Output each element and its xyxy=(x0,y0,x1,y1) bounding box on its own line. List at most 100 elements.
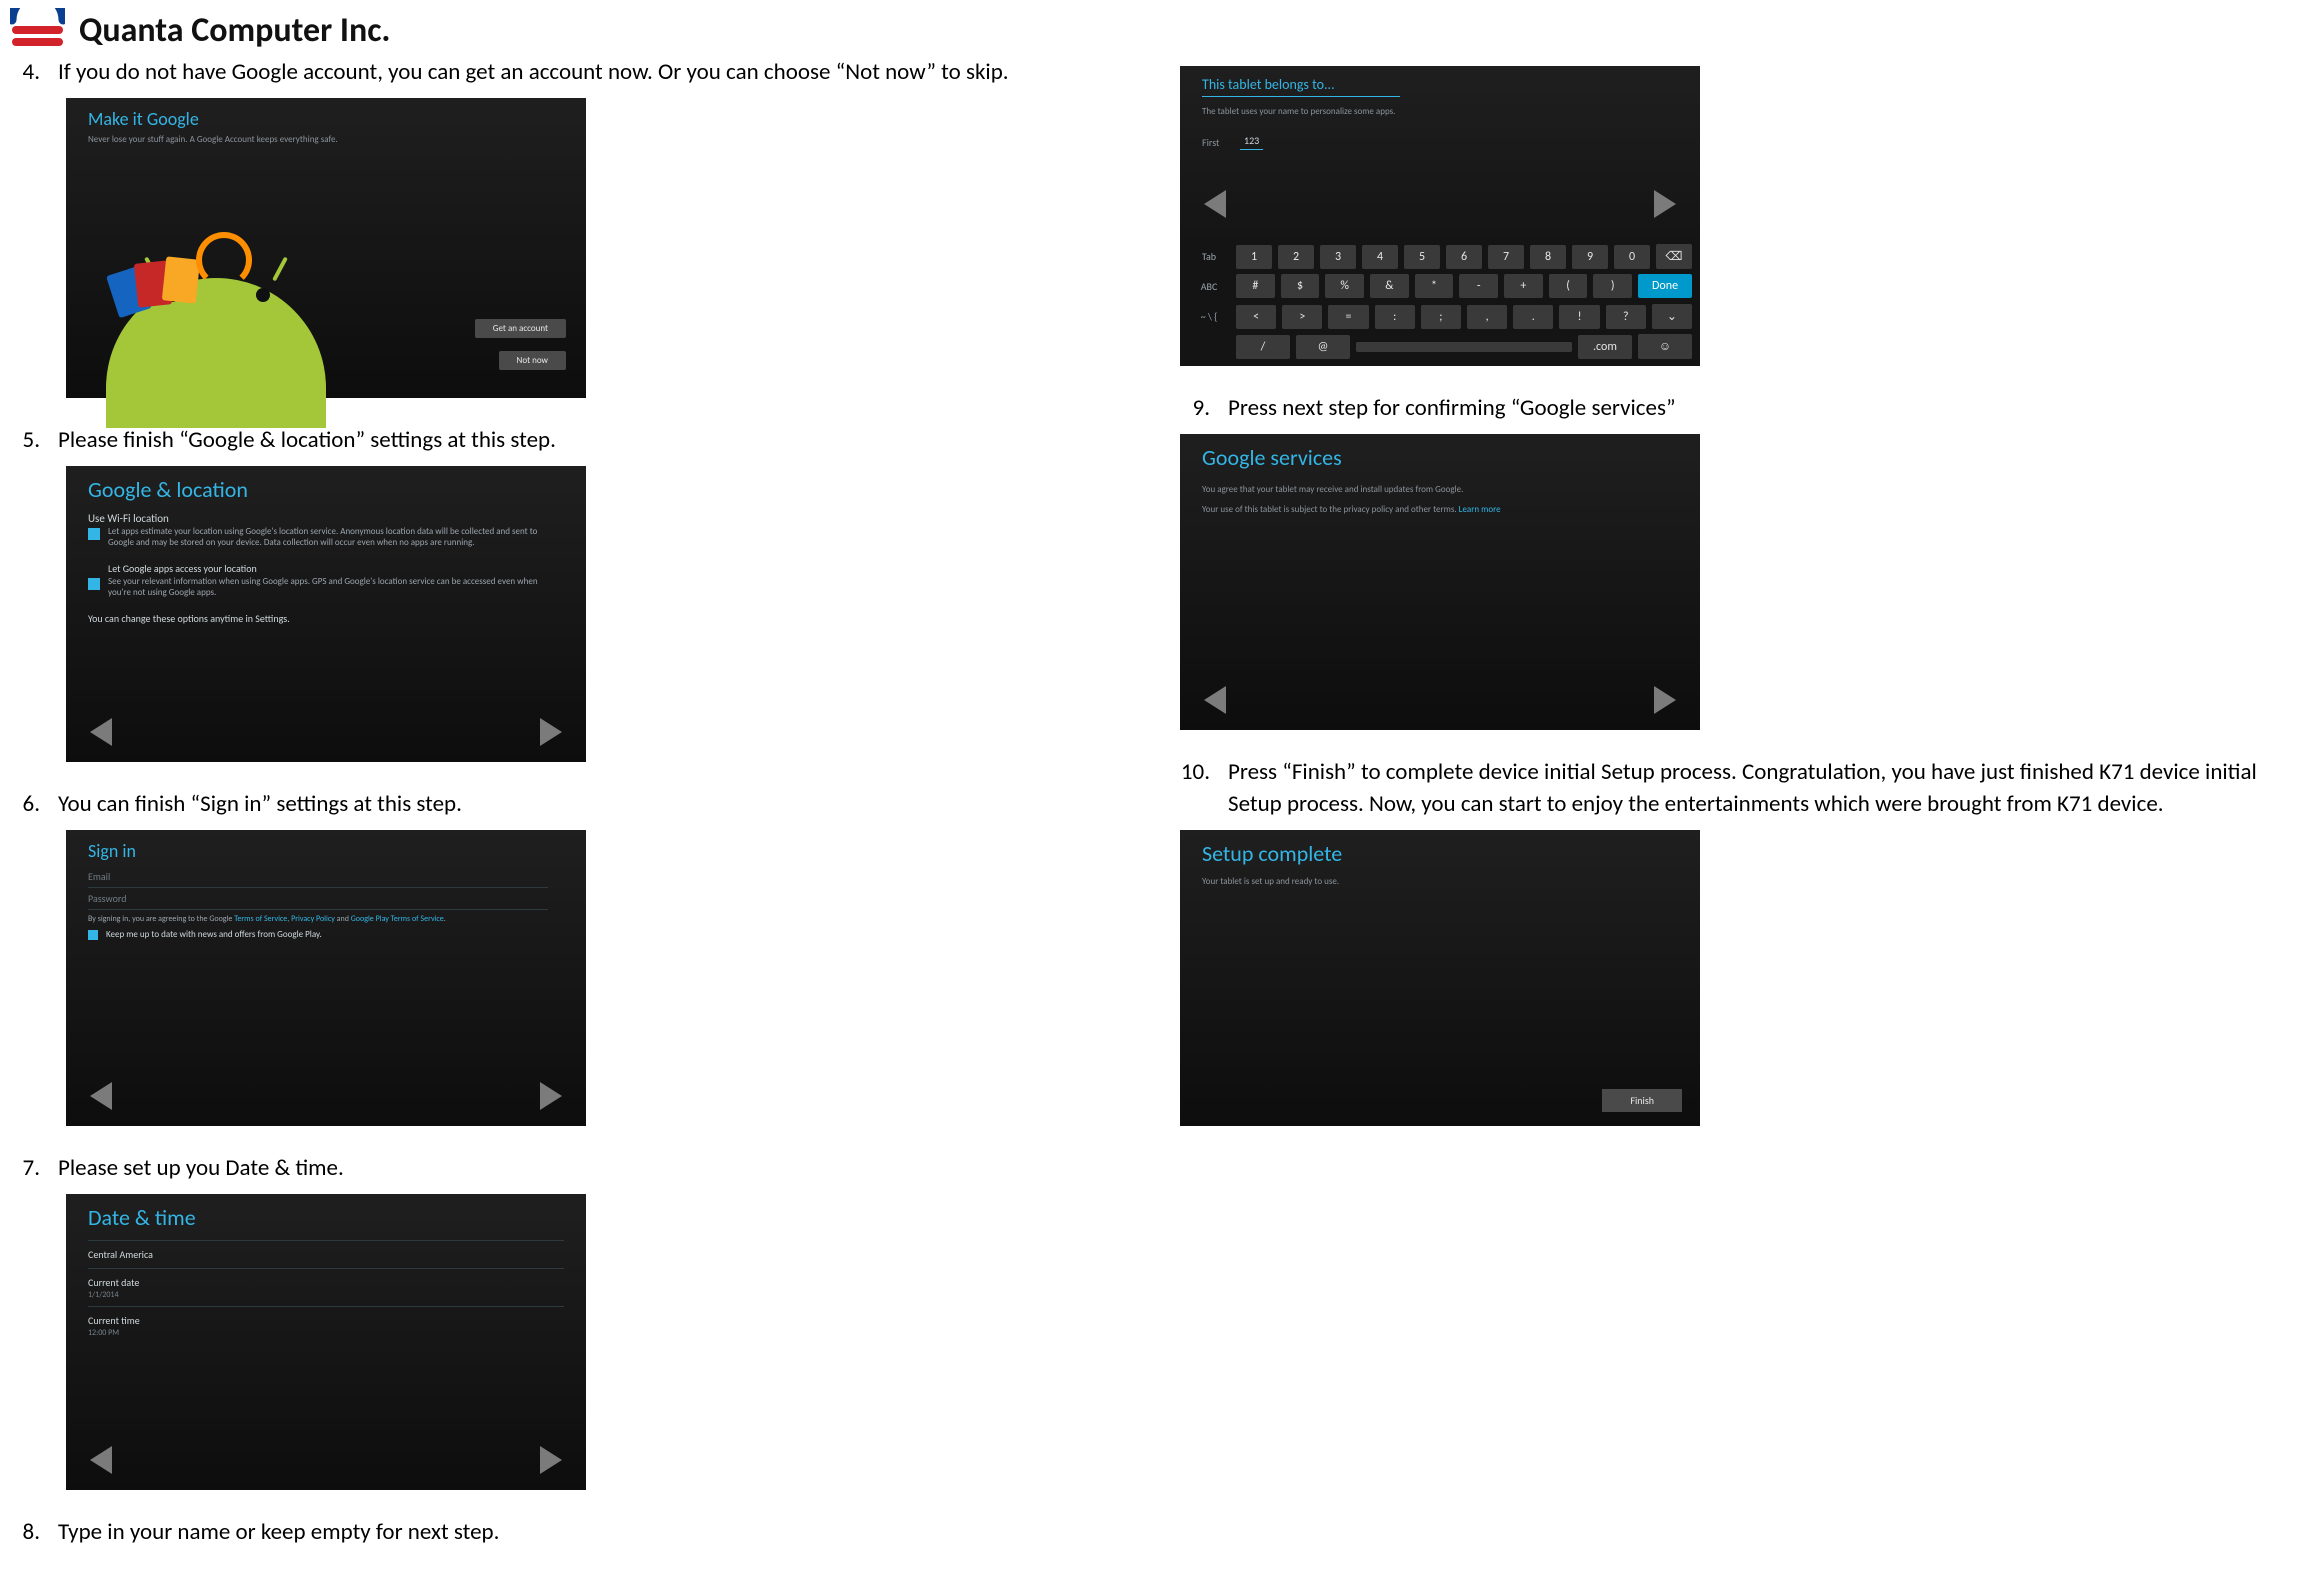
screen-title: Date & time xyxy=(88,1204,196,1231)
next-arrow-icon[interactable] xyxy=(1654,190,1676,218)
privacy-link[interactable]: Privacy Policy xyxy=(291,914,335,924)
step-text: Press next step for confirming “Google s… xyxy=(1228,392,1676,424)
kb-key[interactable]: : xyxy=(1375,305,1415,329)
kb-backspace-key[interactable]: ⌫ xyxy=(1656,244,1692,269)
kb-key[interactable]: 3 xyxy=(1320,245,1356,269)
not-now-button[interactable]: Not now xyxy=(499,351,566,370)
password-field[interactable]: Password xyxy=(88,892,548,910)
screenshot-google-services: Google services You agree that your tabl… xyxy=(1180,434,1700,730)
step-text: Press “Finish” to complete device initia… xyxy=(1228,756,2315,820)
current-time-value[interactable]: 12:00 PM xyxy=(88,1328,119,1338)
get-account-button[interactable]: Get an account xyxy=(475,319,566,338)
next-arrow-icon[interactable] xyxy=(1654,686,1676,714)
kb-abc-key[interactable]: ABC xyxy=(1188,275,1230,298)
step-number: 6. xyxy=(10,788,40,820)
email-field[interactable]: Email xyxy=(88,870,548,888)
play-tos-link[interactable]: Google Play Terms of Service xyxy=(351,914,444,924)
kb-done-key[interactable]: Done xyxy=(1638,274,1692,298)
kb-key[interactable]: & xyxy=(1370,274,1409,298)
next-arrow-icon[interactable] xyxy=(540,1082,562,1110)
kb-key[interactable]: + xyxy=(1504,274,1543,298)
screen-title: Setup complete xyxy=(1202,840,1342,867)
page-header: Quanta Computer Inc. xyxy=(10,8,391,52)
checkbox-icon[interactable] xyxy=(88,930,98,940)
document-page: Quanta Computer Inc. 4. If you do not ha… xyxy=(0,0,2315,1569)
kb-key[interactable]: $ xyxy=(1281,274,1320,298)
current-date-value[interactable]: 1/1/2014 xyxy=(88,1290,119,1300)
screen-subtitle: The tablet uses your name to personalize… xyxy=(1202,106,1662,118)
step-7: 7. Please set up you Date & time. xyxy=(10,1152,1120,1184)
kb-key[interactable]: - xyxy=(1459,274,1498,298)
kb-key[interactable]: 9 xyxy=(1572,245,1608,269)
kb-key[interactable]: ( xyxy=(1549,274,1588,298)
kb-key[interactable]: 2 xyxy=(1278,245,1314,269)
back-arrow-icon[interactable] xyxy=(90,718,112,746)
kb-key[interactable]: % xyxy=(1325,274,1364,298)
kb-key[interactable]: ! xyxy=(1559,305,1599,329)
kb-key[interactable]: 0 xyxy=(1614,245,1650,269)
kb-key[interactable]: 4 xyxy=(1362,245,1398,269)
kb-space-key[interactable] xyxy=(1356,342,1572,352)
kb-sym-key[interactable]: ~ \ { xyxy=(1188,305,1230,328)
back-arrow-icon[interactable] xyxy=(1204,190,1226,218)
use-wifi-title: Use Wi-Fi location xyxy=(88,512,169,525)
tos-link[interactable]: Terms of Service xyxy=(234,914,287,924)
kb-blank xyxy=(1188,342,1230,352)
kb-key[interactable]: < xyxy=(1236,305,1276,329)
kb-key[interactable]: * xyxy=(1415,274,1454,298)
settings-hint: You can change these options anytime in … xyxy=(88,612,290,625)
kb-key[interactable]: ; xyxy=(1421,305,1461,329)
next-arrow-icon[interactable] xyxy=(540,1446,562,1474)
screen-title: Sign in xyxy=(88,840,136,862)
updates-text: You agree that your tablet may receive a… xyxy=(1202,484,1662,496)
kb-key[interactable]: 5 xyxy=(1404,245,1440,269)
screenshot-make-it-google: Make it Google Never lose your stuff aga… xyxy=(66,98,586,398)
learn-more-link[interactable]: Learn more xyxy=(1459,504,1501,515)
screen-title: Google services xyxy=(1202,444,1342,471)
first-name-input[interactable]: 123 xyxy=(1240,134,1263,150)
kb-key[interactable]: @ xyxy=(1296,335,1350,359)
kb-key[interactable]: 7 xyxy=(1488,245,1524,269)
step-number: 8. xyxy=(10,1516,40,1548)
kb-key[interactable]: # xyxy=(1236,274,1275,298)
kb-key[interactable]: , xyxy=(1467,305,1507,329)
kb-key[interactable]: > xyxy=(1282,305,1322,329)
screenshot-sign-in: Sign in Email Password By signing in, yo… xyxy=(66,830,586,1126)
kb-row-1: Tab 1 2 3 4 5 6 7 8 9 0 ⌫ xyxy=(1180,244,1700,269)
back-arrow-icon[interactable] xyxy=(1204,686,1226,714)
step-10: 10. Press “Finish” to complete device in… xyxy=(1180,756,2315,820)
kb-key[interactable]: ) xyxy=(1593,274,1632,298)
kb-row-2: ABC # $ % & * - + ( ) Done xyxy=(1180,274,1700,298)
checkbox-icon[interactable] xyxy=(88,528,100,540)
next-arrow-icon[interactable] xyxy=(540,718,562,746)
back-arrow-icon[interactable] xyxy=(90,1082,112,1110)
screenshot-tablet-belongs-to: This tablet belongs to... The tablet use… xyxy=(1180,66,1700,366)
right-column: This tablet belongs to... The tablet use… xyxy=(1180,56,2315,1152)
screen-subtitle: Your tablet is set up and ready to use. xyxy=(1202,876,1662,888)
kb-key[interactable]: . xyxy=(1513,305,1553,329)
kb-key[interactable]: 8 xyxy=(1530,245,1566,269)
kb-key[interactable]: 6 xyxy=(1446,245,1482,269)
kb-key[interactable]: = xyxy=(1328,305,1368,329)
company-name: Quanta Computer Inc. xyxy=(79,10,391,51)
kb-key[interactable]: 1 xyxy=(1236,245,1272,269)
screen-title: Google & location xyxy=(88,476,248,503)
on-screen-keyboard: Tab 1 2 3 4 5 6 7 8 9 0 ⌫ ABC # $ xyxy=(1180,238,1700,366)
back-arrow-icon[interactable] xyxy=(90,1446,112,1474)
legal-text: By signing in, you are agreeing to the G… xyxy=(88,914,446,924)
checkbox-icon[interactable] xyxy=(88,578,100,590)
step-number: 9. xyxy=(1180,392,1210,424)
kb-hide-key[interactable]: ⌄ xyxy=(1652,304,1692,329)
kb-key[interactable]: / xyxy=(1236,335,1290,359)
step-text: If you do not have Google account, you c… xyxy=(58,56,1009,88)
step-9: 9. Press next step for confirming “Googl… xyxy=(1180,392,2315,424)
apps-access-title: Let Google apps access your location xyxy=(108,562,257,575)
kb-emoji-key[interactable]: ☺ xyxy=(1638,334,1692,359)
timezone-value[interactable]: Central America xyxy=(88,1248,153,1261)
kb-key[interactable]: .com xyxy=(1578,335,1632,359)
kb-key[interactable]: ? xyxy=(1606,305,1646,329)
keep-updated-label: Keep me up to date with news and offers … xyxy=(106,929,322,940)
screen-title: Make it Google xyxy=(88,108,199,130)
kb-tab-key[interactable]: Tab xyxy=(1188,245,1230,268)
finish-button[interactable]: Finish xyxy=(1602,1089,1682,1112)
